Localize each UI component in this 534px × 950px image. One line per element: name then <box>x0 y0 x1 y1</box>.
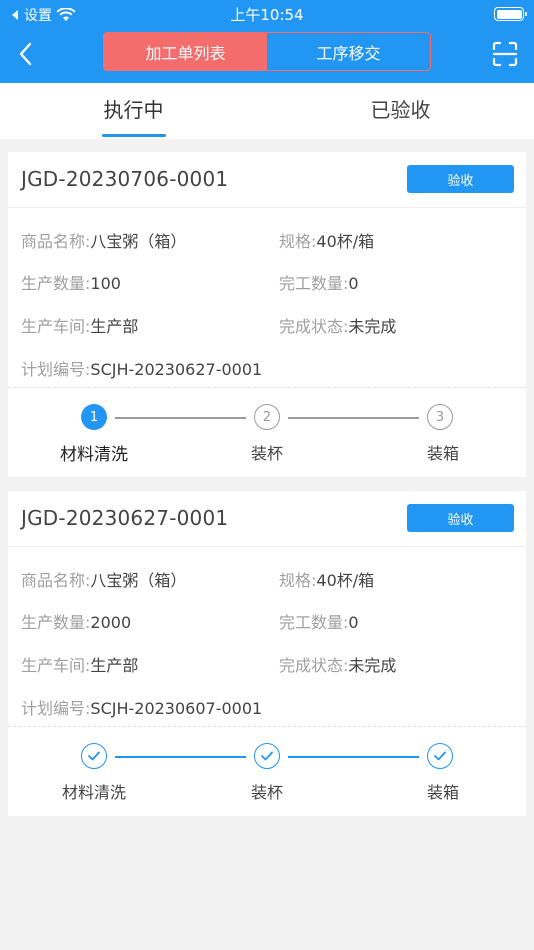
field-label: 生产车间: <box>21 317 91 336</box>
check-icon <box>81 743 107 769</box>
field-label: 规格: <box>279 571 317 590</box>
step-label: 装箱 <box>426 444 459 463</box>
accept-button[interactable]: 验收 <box>407 165 514 193</box>
field-produce-qty: 生产数量:100 <box>21 270 121 294</box>
check-icon <box>427 743 453 769</box>
back-arrow-icon[interactable] <box>14 40 38 68</box>
field-product-name: 商品名称:八宝粥（箱） <box>21 567 186 591</box>
order-number: JGD-20230706-0001 <box>21 167 229 191</box>
field-value: SCJH-20230607-0001 <box>90 699 263 718</box>
order-card-header: JGD-20230627-0001 验收 <box>8 491 526 547</box>
segment-order-list[interactable]: 加工单列表 <box>104 33 267 70</box>
field-value: 生产部 <box>90 317 139 336</box>
field-spec: 规格:40杯/箱 <box>279 228 374 252</box>
field-label: 商品名称: <box>21 571 91 590</box>
accept-button[interactable]: 验收 <box>407 504 514 532</box>
step-connector <box>288 756 419 758</box>
field-label: 规格: <box>279 232 317 251</box>
order-card-header: JGD-20230706-0001 验收 <box>8 152 526 208</box>
status-tabs: 执行中 已验收 <box>0 83 534 139</box>
field-value: 生产部 <box>90 656 139 675</box>
order-card[interactable]: JGD-20230627-0001 验收 商品名称:八宝粥（箱） 规格:40杯/… <box>8 491 526 816</box>
segment-process-handover[interactable]: 工序移交 <box>267 33 430 70</box>
tab-accepted[interactable]: 已验收 <box>267 83 534 139</box>
field-workshop: 生产车间:生产部 <box>21 313 138 337</box>
check-icon <box>254 743 280 769</box>
status-time: 上午10:54 <box>230 6 304 24</box>
battery-icon <box>494 7 527 21</box>
field-label: 完工数量: <box>279 613 349 632</box>
field-label: 完工数量: <box>279 274 349 293</box>
tab-active-indicator <box>101 134 166 137</box>
field-value: 八宝粥（箱） <box>90 571 187 590</box>
field-value: 未完成 <box>348 656 397 675</box>
step-indicator: 1 <box>81 404 107 430</box>
order-info: 商品名称:八宝粥（箱） 规格:40杯/箱 生产数量:2000 完工数量:0 生产… <box>8 547 526 727</box>
tab-in-progress[interactable]: 执行中 <box>0 83 267 139</box>
field-value: 0 <box>348 274 359 293</box>
field-label: 生产数量: <box>21 613 91 632</box>
field-finish-qty: 完工数量:0 <box>279 609 359 633</box>
field-value: 40杯/箱 <box>316 571 375 590</box>
tab-accepted-label: 已验收 <box>370 98 431 122</box>
step-connector <box>115 417 246 419</box>
field-label: 商品名称: <box>21 232 91 251</box>
field-plan-no: 计划编号:SCJH-20230627-0001 <box>21 356 262 380</box>
field-finish-status: 完成状态:未完成 <box>279 313 396 337</box>
field-label: 生产数量: <box>21 274 91 293</box>
field-value: 未完成 <box>348 317 397 336</box>
step-connector <box>115 756 246 758</box>
order-info: 商品名称:八宝粥（箱） 规格:40杯/箱 生产数量:100 完工数量:0 生产车… <box>8 208 526 388</box>
field-label: 计划编号: <box>21 360 91 379</box>
app-header: 设置 上午10:54 加工单列表 工序移交 <box>0 0 534 83</box>
field-label: 生产车间: <box>21 656 91 675</box>
step-label: 材料清洗 <box>60 445 128 465</box>
order-number: JGD-20230627-0001 <box>21 506 229 530</box>
field-spec: 规格:40杯/箱 <box>279 567 374 591</box>
step-label: 装箱 <box>426 783 459 802</box>
field-value: 2000 <box>90 613 132 632</box>
process-steps: 材料清洗 装杯 装箱 <box>8 727 526 816</box>
tab-in-progress-label: 执行中 <box>103 98 164 122</box>
field-label: 计划编号: <box>21 699 91 718</box>
scan-icon[interactable] <box>492 41 518 67</box>
step-label: 装杯 <box>250 783 283 802</box>
field-finish-qty: 完工数量:0 <box>279 270 359 294</box>
step-indicator: 2 <box>254 404 280 430</box>
field-produce-qty: 生产数量:2000 <box>21 609 131 633</box>
process-steps: 1 2 3 材料清洗 装杯 装箱 <box>8 388 526 477</box>
field-finish-status: 完成状态:未完成 <box>279 652 396 676</box>
field-label: 完成状态: <box>279 656 349 675</box>
field-product-name: 商品名称:八宝粥（箱） <box>21 228 186 252</box>
order-card[interactable]: JGD-20230706-0001 验收 商品名称:八宝粥（箱） 规格:40杯/… <box>8 152 526 477</box>
field-workshop: 生产车间:生产部 <box>21 652 138 676</box>
step-connector <box>288 417 419 419</box>
field-label: 完成状态: <box>279 317 349 336</box>
step-label: 装杯 <box>250 444 283 463</box>
field-value: 40杯/箱 <box>316 232 375 251</box>
field-value: 100 <box>90 274 121 293</box>
step-indicator: 3 <box>427 404 453 430</box>
field-value: SCJH-20230627-0001 <box>90 360 263 379</box>
step-label: 材料清洗 <box>61 783 126 802</box>
field-value: 八宝粥（箱） <box>90 232 187 251</box>
status-bar: 设置 上午10:54 <box>0 0 534 28</box>
segment-control: 加工单列表 工序移交 <box>103 32 431 71</box>
field-plan-no: 计划编号:SCJH-20230607-0001 <box>21 695 262 719</box>
field-value: 0 <box>348 613 359 632</box>
